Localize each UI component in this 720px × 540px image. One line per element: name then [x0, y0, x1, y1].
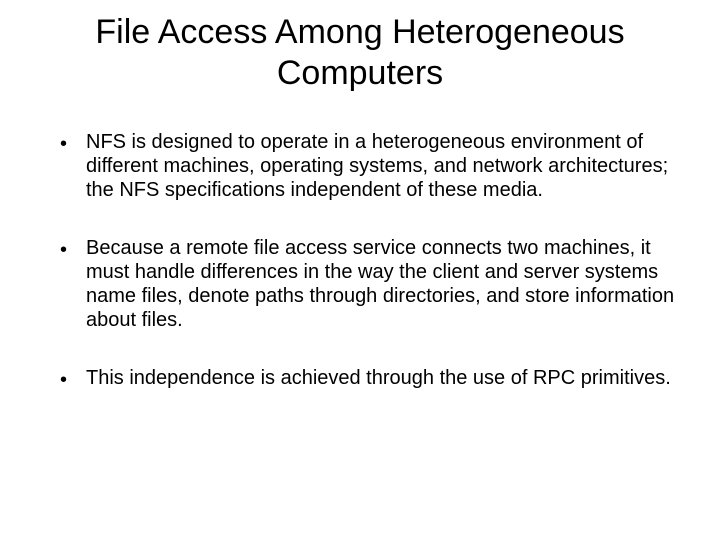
bullet-icon: •: [60, 366, 86, 392]
slide-title: File Access Among Heterogeneous Computer…: [40, 12, 680, 94]
bullet-icon: •: [60, 130, 86, 156]
bullet-text: This independence is achieved through th…: [86, 366, 680, 390]
bullet-text: NFS is designed to operate in a heteroge…: [86, 130, 680, 202]
bullet-icon: •: [60, 236, 86, 262]
list-item: • Because a remote file access service c…: [60, 236, 680, 332]
bullet-text: Because a remote file access service con…: [86, 236, 680, 332]
list-item: • NFS is designed to operate in a hetero…: [60, 130, 680, 202]
list-item: • This independence is achieved through …: [60, 366, 680, 392]
bullet-list: • NFS is designed to operate in a hetero…: [40, 130, 680, 392]
